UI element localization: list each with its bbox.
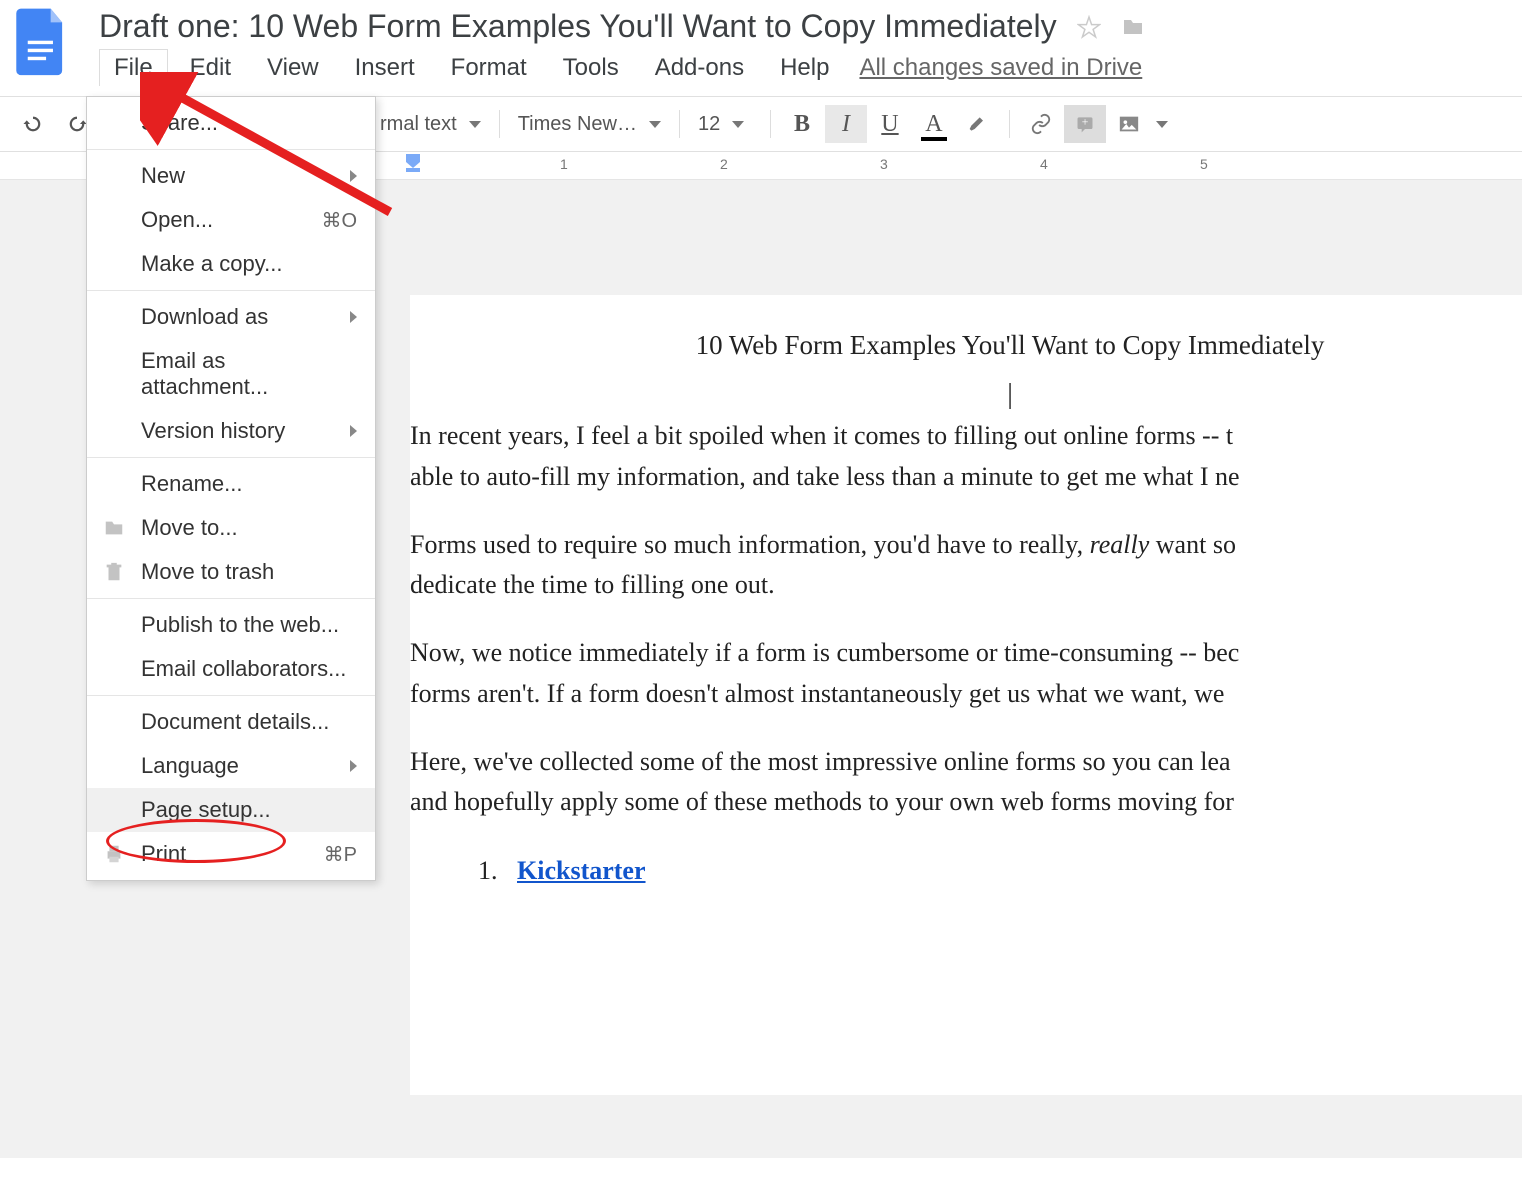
text-cursor: | <box>410 373 1522 416</box>
file-menu-dropdown: Share... New Open... ⌘O Make a copy... D… <box>86 96 376 881</box>
menu-open[interactable]: Open... ⌘O <box>87 198 375 242</box>
app-header: Draft one: 10 Web Form Examples You'll W… <box>0 0 1522 96</box>
ruler-indent-marker[interactable] <box>406 154 422 179</box>
menu-tools[interactable]: Tools <box>549 50 633 86</box>
underline-button[interactable]: U <box>869 105 911 143</box>
chevron-right-icon <box>350 760 357 772</box>
menu-addons[interactable]: Add-ons <box>641 50 758 86</box>
paragraph-style-select[interactable]: rmal text <box>372 109 489 140</box>
ruler-tick-3: 3 <box>880 156 888 172</box>
text-color-button[interactable]: A <box>913 105 955 143</box>
chevron-right-icon <box>350 311 357 323</box>
caret-down-icon[interactable] <box>1156 121 1168 128</box>
paragraph: Now, we notice immediately if a form is … <box>410 633 1522 714</box>
menu-print[interactable]: Print ⌘P <box>87 832 375 876</box>
menu-publish[interactable]: Publish to the web... <box>87 603 375 647</box>
menu-format[interactable]: Format <box>437 50 541 86</box>
printer-icon <box>103 843 125 865</box>
ruler-tick-4: 4 <box>1040 156 1048 172</box>
paragraph: In recent years, I feel a bit spoiled wh… <box>410 416 1522 497</box>
chevron-right-icon <box>350 170 357 182</box>
bold-button[interactable]: B <box>781 105 823 143</box>
save-status[interactable]: All changes saved in Drive <box>859 54 1142 82</box>
chevron-right-icon <box>350 425 357 437</box>
undo-button[interactable] <box>12 107 54 141</box>
document-title[interactable]: Draft one: 10 Web Form Examples You'll W… <box>99 8 1057 45</box>
page-title: 10 Web Form Examples You'll Want to Copy… <box>410 325 1522 367</box>
ruler-tick-1: 1 <box>560 156 568 172</box>
insert-image-button[interactable] <box>1108 105 1150 143</box>
caret-down-icon <box>469 121 481 128</box>
menu-document-details[interactable]: Document details... <box>87 700 375 744</box>
trash-icon <box>103 561 125 583</box>
ruler-tick-2: 2 <box>720 156 728 172</box>
document-page[interactable]: 10 Web Form Examples You'll Want to Copy… <box>410 295 1522 1095</box>
paragraph: Here, we've collected some of the most i… <box>410 742 1522 823</box>
menu-insert[interactable]: Insert <box>341 50 429 86</box>
menu-view[interactable]: View <box>253 50 333 86</box>
star-icon[interactable] <box>1077 15 1101 39</box>
menu-file[interactable]: File <box>99 49 168 86</box>
highlight-button[interactable] <box>957 105 999 143</box>
paragraph-style-label: rmal text <box>380 113 457 136</box>
menu-help[interactable]: Help <box>766 50 843 86</box>
menu-version-history[interactable]: Version history <box>87 409 375 453</box>
menubar: File Edit View Insert Format Tools Add-o… <box>99 49 1522 96</box>
menu-rename[interactable]: Rename... <box>87 462 375 506</box>
ruler-tick-5: 5 <box>1200 156 1208 172</box>
menu-language[interactable]: Language <box>87 744 375 788</box>
kickstarter-link[interactable]: Kickstarter <box>517 856 646 885</box>
menu-edit[interactable]: Edit <box>176 50 245 86</box>
caret-down-icon <box>649 121 661 128</box>
menu-make-copy[interactable]: Make a copy... <box>87 242 375 286</box>
menu-move-to[interactable]: Move to... <box>87 506 375 550</box>
paragraph: Forms used to require so much informatio… <box>410 525 1522 606</box>
insert-link-button[interactable] <box>1020 105 1062 143</box>
caret-down-icon <box>732 121 744 128</box>
menu-download[interactable]: Download as <box>87 295 375 339</box>
menu-move-to-trash[interactable]: Move to trash <box>87 550 375 594</box>
folder-icon <box>103 517 125 539</box>
svg-text:+: + <box>1082 116 1089 129</box>
font-size-label: 12 <box>698 113 720 136</box>
menu-email-collaborators[interactable]: Email collaborators... <box>87 647 375 691</box>
google-docs-icon[interactable] <box>14 8 69 78</box>
menu-page-setup[interactable]: Page setup... <box>87 788 375 832</box>
font-select[interactable]: Times New… <box>510 109 669 140</box>
italic-button[interactable]: I <box>825 105 867 143</box>
menu-email-attachment[interactable]: Email as attachment... <box>87 339 375 409</box>
folder-icon[interactable] <box>1121 15 1145 39</box>
menu-share[interactable]: Share... <box>87 101 375 145</box>
font-label: Times New… <box>518 113 637 136</box>
list-item: 1. Kickstarter <box>478 851 1522 891</box>
insert-comment-button[interactable]: + <box>1064 105 1106 143</box>
font-size-select[interactable]: 12 <box>690 109 760 140</box>
menu-new[interactable]: New <box>87 154 375 198</box>
